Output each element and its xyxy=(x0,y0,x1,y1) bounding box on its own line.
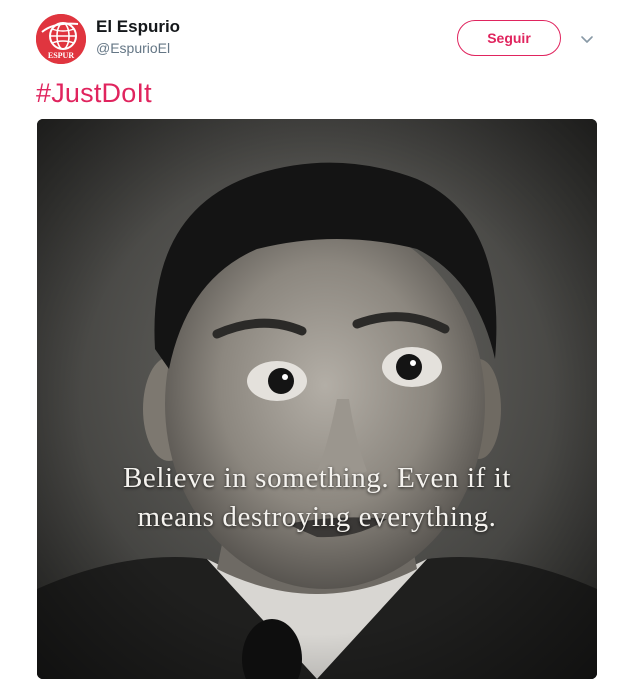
chevron-down-icon xyxy=(581,36,593,43)
portrait-photo xyxy=(37,119,597,679)
globe-logo-icon: ESPUR xyxy=(36,14,86,64)
avatar-logo-text: ESPUR xyxy=(48,51,74,60)
avatar[interactable]: ESPUR xyxy=(36,14,86,64)
caption-line-2: means destroying everything. xyxy=(137,501,497,533)
tweet-card: ESPUR El Espurio @EspurioEl Seguir #Just… xyxy=(0,0,629,694)
author-display-name[interactable]: El Espurio xyxy=(96,16,180,38)
tweet-media-image[interactable]: Believe in something. Even if it means d… xyxy=(37,119,597,679)
follow-button[interactable]: Seguir xyxy=(457,20,561,56)
tweet-hashtag-link[interactable]: #JustDoIt xyxy=(36,76,152,110)
author-block[interactable]: El Espurio @EspurioEl xyxy=(96,16,180,57)
tweet-menu-button[interactable] xyxy=(578,30,596,48)
image-caption-overlay: Believe in something. Even if it means d… xyxy=(37,459,597,537)
author-handle[interactable]: @EspurioEl xyxy=(96,39,180,57)
caption-line-1: Believe in something. Even if it xyxy=(122,462,512,494)
